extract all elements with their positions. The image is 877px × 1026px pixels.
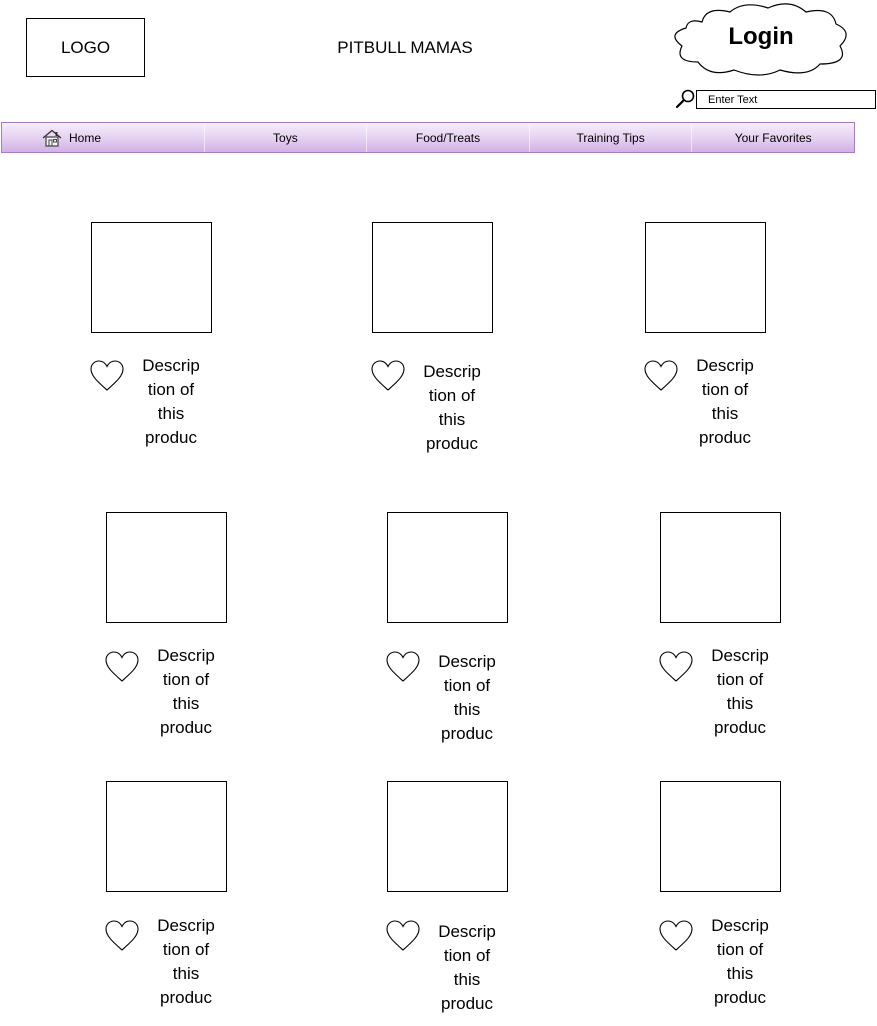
nav-item-toys[interactable]: Toys xyxy=(205,123,368,152)
heart-icon[interactable] xyxy=(643,359,679,393)
heart-icon[interactable] xyxy=(104,650,140,684)
login-label: Login xyxy=(728,23,794,50)
site-title: PITBULL MAMAS xyxy=(337,38,473,57)
product-card[interactable]: Descrip tion of this produc xyxy=(385,781,547,1021)
search-icon[interactable] xyxy=(675,88,697,110)
nav-item-food-treats[interactable]: Food/Treats xyxy=(367,123,530,152)
product-description: Descrip tion of this produc xyxy=(157,646,215,737)
heart-icon[interactable] xyxy=(370,359,406,393)
product-description: Descrip tion of this produc xyxy=(142,356,200,447)
home-icon xyxy=(42,129,62,147)
product-description: Descrip tion of this produc xyxy=(711,646,769,737)
search-input[interactable] xyxy=(696,90,876,109)
product-description: Descrip tion of this produc xyxy=(438,922,496,1013)
product-card[interactable]: Descrip tion of this produc xyxy=(658,512,820,752)
heart-icon[interactable] xyxy=(658,650,694,684)
product-image[interactable] xyxy=(387,512,508,623)
product-card[interactable]: Descrip tion of this produc xyxy=(370,222,532,462)
heart-icon[interactable] xyxy=(104,919,140,953)
login-button[interactable]: Login xyxy=(672,2,850,76)
product-card[interactable]: Descrip tion of this produc xyxy=(104,512,266,752)
product-description: Descrip tion of this produc xyxy=(696,356,754,447)
product-image[interactable] xyxy=(91,222,212,333)
nav-label-toys: Toys xyxy=(273,130,298,145)
heart-icon[interactable] xyxy=(385,919,421,953)
product-image[interactable] xyxy=(106,512,227,623)
nav-label-home: Home xyxy=(69,130,102,145)
product-description: Descrip tion of this produc xyxy=(438,652,496,743)
product-card[interactable]: Descrip tion of this produc xyxy=(385,512,547,752)
product-image[interactable] xyxy=(387,781,508,892)
product-image[interactable] xyxy=(372,222,493,333)
product-image[interactable] xyxy=(106,781,227,892)
logo-text: LOGO xyxy=(60,37,111,57)
product-card[interactable]: Descrip tion of this produc xyxy=(643,222,805,462)
heart-icon[interactable] xyxy=(385,650,421,684)
product-description: Descrip tion of this produc xyxy=(711,916,769,1007)
heart-icon[interactable] xyxy=(89,359,125,393)
main-nav: Home Toys Food/Treats Training Tips Your… xyxy=(1,122,855,153)
product-image[interactable] xyxy=(660,512,781,623)
product-description: Descrip tion of this produc xyxy=(423,362,481,453)
product-description: Descrip tion of this produc xyxy=(157,916,215,1007)
nav-label-training-tips: Training Tips xyxy=(576,130,645,145)
nav-item-home[interactable]: Home xyxy=(2,123,205,152)
product-card[interactable]: Descrip tion of this produc xyxy=(658,781,820,1021)
product-image[interactable] xyxy=(645,222,766,333)
nav-label-your-favorites: Your Favorites xyxy=(734,130,812,145)
product-card[interactable]: Descrip tion of this produc xyxy=(104,781,266,1021)
logo[interactable]: LOGO xyxy=(26,18,145,77)
product-image[interactable] xyxy=(660,781,781,892)
nav-item-your-favorites[interactable]: Your Favorites xyxy=(692,123,854,152)
nav-item-training-tips[interactable]: Training Tips xyxy=(530,123,693,152)
heart-icon[interactable] xyxy=(658,919,694,953)
nav-label-food-treats: Food/Treats xyxy=(415,130,481,145)
product-card[interactable]: Descrip tion of this produc xyxy=(89,222,251,462)
